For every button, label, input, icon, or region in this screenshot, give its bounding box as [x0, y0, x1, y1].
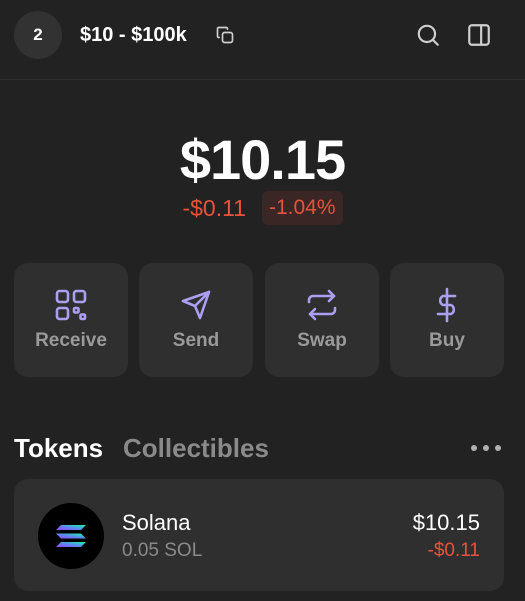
balance-change-amount: -$0.11 — [182, 195, 246, 221]
tab-tokens[interactable]: Tokens — [14, 432, 103, 464]
receive-button[interactable]: Receive — [14, 263, 128, 377]
buy-button[interactable]: Buy — [390, 263, 504, 377]
tab-collectibles[interactable]: Collectibles — [123, 432, 269, 464]
swap-label: Swap — [297, 330, 347, 351]
account-name[interactable]: $10 - $100k — [80, 22, 187, 48]
swap-button[interactable]: Swap — [265, 263, 379, 377]
paper-plane-icon — [181, 290, 211, 320]
header-bar: 2 $10 - $100k — [0, 0, 525, 80]
account-avatar[interactable]: 2 — [14, 11, 62, 59]
buy-label: Buy — [429, 330, 465, 351]
search-icon[interactable] — [415, 22, 441, 48]
dollar-icon — [436, 287, 457, 323]
balance-change-row: -$0.11 -1.04% — [0, 191, 525, 225]
account-index: 2 — [33, 25, 43, 44]
send-button[interactable]: Send — [139, 263, 253, 377]
side-panel-icon[interactable] — [466, 22, 492, 48]
swap-arrows-icon — [307, 289, 337, 321]
solana-logo — [38, 503, 104, 569]
token-row-solana[interactable]: Solana 0.05 SOL $10.15 -$0.11 — [14, 479, 504, 591]
total-balance: $10.15 — [179, 128, 346, 191]
action-buttons: Receive Send Swap Buy — [14, 263, 504, 377]
balance-change-percent-badge: -1.04% — [261, 191, 343, 225]
copy-icon[interactable] — [215, 25, 235, 45]
token-change: -$0.11 — [427, 540, 480, 561]
receive-label: Receive — [35, 330, 107, 351]
more-options-icon[interactable] — [469, 440, 503, 456]
token-amount: 0.05 SOL — [122, 540, 203, 561]
token-name: Solana — [122, 510, 191, 535]
token-value: $10.15 — [412, 510, 480, 535]
solana-icon — [56, 525, 86, 547]
qr-code-icon — [55, 289, 87, 321]
send-label: Send — [172, 330, 220, 351]
